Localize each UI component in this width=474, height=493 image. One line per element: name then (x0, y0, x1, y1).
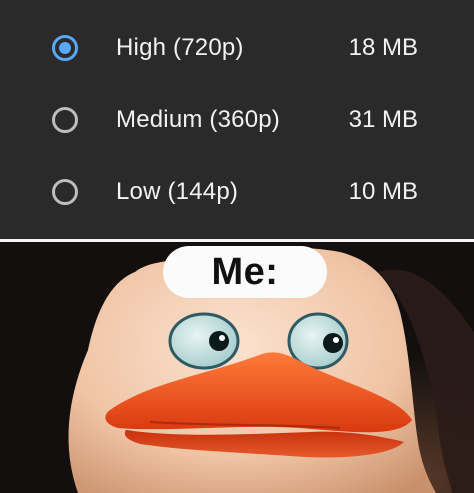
quality-option-label: Low (144p) (116, 178, 239, 205)
quality-option-size: 31 MB (348, 106, 418, 133)
quality-option-size: 18 MB (348, 34, 418, 61)
quality-option-medium[interactable]: Medium (360p) 31 MB (0, 95, 474, 145)
meme-screenshot: High (720p) 18 MB Medium (360p) 31 MB Lo… (0, 0, 474, 493)
quality-option-low[interactable]: Low (144p) 10 MB (0, 167, 474, 217)
quality-option-label: Medium (360p) (116, 106, 281, 133)
quality-option-high[interactable]: High (720p) 18 MB (0, 23, 474, 73)
radio-unselected-icon[interactable] (52, 179, 78, 205)
radio-unselected-icon[interactable] (52, 107, 78, 133)
quality-option-label: High (720p) (116, 34, 244, 61)
radio-selected-icon[interactable] (52, 35, 78, 61)
video-quality-dialog: High (720p) 18 MB Medium (360p) 31 MB Lo… (0, 0, 474, 239)
quality-option-size: 10 MB (348, 178, 418, 205)
meme-caption: Me: (211, 250, 279, 293)
meme-caption-bubble: Me: (163, 246, 327, 298)
